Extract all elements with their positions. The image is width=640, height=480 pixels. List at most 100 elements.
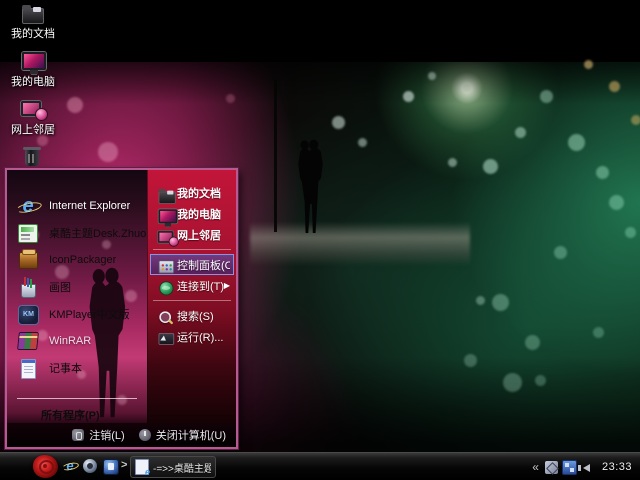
bokeh-light	[226, 94, 235, 103]
desktop: 我的文档 我的电脑 网上邻居	[0, 0, 640, 480]
bokeh-light	[428, 72, 436, 80]
menu-item-network-places[interactable]: 网上邻居	[150, 224, 234, 245]
bokeh-light	[403, 91, 414, 102]
connect-globe-icon	[157, 279, 171, 291]
bokeh-light	[358, 138, 367, 147]
menu-item-notepad[interactable]: 记事本	[7, 354, 147, 381]
menu-item-winrar[interactable]: WinRAR	[7, 327, 147, 354]
control-panel-icon	[157, 258, 171, 270]
desktop-icon-list: 我的文档 我的电脑 网上邻居	[2, 2, 64, 180]
all-programs-button[interactable]: 所有程序(P)	[7, 399, 147, 423]
menu-item-zhuoku-theme[interactable]: 桌酷主题Desk.Zhuoku.Com	[7, 219, 147, 246]
menu-item-iconpackager[interactable]: IconPackager	[7, 246, 147, 273]
run-icon	[157, 330, 171, 342]
network-places-icon	[20, 98, 46, 122]
start-menu-program-list: e Internet Explorer 桌酷主题Desk.Zhuoku.Com …	[7, 170, 147, 381]
menu-item-internet-explorer[interactable]: e Internet Explorer	[7, 192, 147, 219]
start-menu-left-panel: e Internet Explorer 桌酷主题Desk.Zhuoku.Com …	[7, 170, 147, 423]
taskbar: e > -=>>桌酷主题 - Mic... « 23:33	[0, 452, 640, 480]
menu-item-my-documents[interactable]: 我的文档	[150, 182, 234, 203]
bokeh-light	[609, 81, 620, 92]
bokeh-light	[540, 90, 553, 103]
taskbar-clock: 23:33	[602, 461, 632, 473]
bokeh-light	[609, 195, 624, 210]
internet-explorer-icon: e	[62, 458, 78, 473]
bokeh-light	[525, 335, 540, 350]
desktop-icon-my-documents[interactable]: 我的文档	[2, 2, 64, 40]
bokeh-light	[593, 327, 604, 338]
turn-off-computer-button[interactable]: 关闭计算机(U)	[139, 427, 226, 443]
bokeh-light	[503, 373, 522, 392]
documents-folder-icon	[157, 186, 171, 198]
search-magnifier-icon	[157, 309, 171, 321]
start-menu-right-panel: 我的文档 我的电脑 网上邻居 控制面板(C) 连接到(T) ▶	[147, 170, 236, 423]
start-menu: e Internet Explorer 桌酷主题Desk.Zhuoku.Com …	[5, 168, 238, 449]
turn-off-label: 关闭计算机(U)	[156, 427, 226, 443]
desktop-icon-label: 我的电脑	[2, 76, 64, 88]
desktop-icon-recycle-bin[interactable]	[2, 146, 64, 170]
bokeh-light	[464, 354, 477, 367]
menu-item-control-panel[interactable]: 控制面板(C)	[150, 254, 234, 275]
menu-item-my-computer[interactable]: 我的电脑	[150, 203, 234, 224]
desktop-icon-label: 我的文档	[2, 28, 64, 40]
menu-item-kmplayer[interactable]: KM KMPlayer中文版	[7, 300, 147, 327]
start-button-rose-icon[interactable]	[33, 455, 58, 478]
quick-launch-browser[interactable]	[102, 458, 119, 475]
bokeh-light	[67, 97, 83, 113]
volume-icon[interactable]	[581, 461, 594, 474]
bokeh-light	[596, 166, 609, 179]
bokeh-light	[98, 142, 118, 162]
menu-item-search[interactable]: 搜索(S)	[150, 305, 234, 326]
input-method-icon[interactable]	[545, 461, 558, 474]
bokeh-light	[584, 60, 593, 69]
desktop-icon-label: 网上邻居	[2, 124, 64, 136]
menu-item-paint[interactable]: 画图	[7, 273, 147, 300]
menu-divider	[153, 249, 231, 250]
bokeh-light	[448, 158, 457, 167]
log-off-icon	[72, 429, 84, 441]
lamp-pole	[274, 80, 277, 232]
recycle-bin-icon	[20, 146, 46, 170]
task-button-label: -=>>桌酷主题 - Mic...	[153, 460, 211, 475]
desktop-icon-network-places[interactable]: 网上邻居	[2, 98, 64, 136]
paint-icon	[16, 276, 40, 298]
my-computer-monitor-icon	[20, 50, 46, 74]
quick-launch-internet-explorer[interactable]: e	[62, 458, 79, 475]
bokeh-light	[476, 296, 485, 305]
log-off-button[interactable]: 注销(L)	[72, 427, 124, 443]
tray-collapse-chevron[interactable]: «	[532, 460, 539, 474]
system-tray: « 23:33	[532, 453, 640, 480]
menu-item-connect-to[interactable]: 连接到(T) ▶	[150, 275, 234, 296]
ie-document-icon	[135, 459, 149, 475]
bokeh-light	[515, 127, 526, 138]
bokeh-light	[568, 134, 585, 151]
kissing-couple-silhouette	[291, 136, 331, 236]
bokeh-light	[554, 246, 567, 259]
winrar-icon	[16, 330, 40, 352]
bokeh-light	[483, 159, 498, 174]
my-documents-folder-icon	[20, 2, 46, 26]
iconpackager-icon	[16, 249, 40, 271]
browser-window-icon	[103, 459, 119, 475]
log-off-label: 注销(L)	[89, 427, 124, 443]
bokeh-light	[492, 294, 509, 311]
task-button-zhuoku-theme[interactable]: -=>>桌酷主题 - Mic...	[130, 456, 216, 478]
desktop-icon-my-computer[interactable]: 我的电脑	[2, 50, 64, 88]
computer-monitor-icon	[157, 207, 171, 219]
start-menu-bottom-bar: 注销(L) 关闭计算机(U)	[7, 423, 236, 447]
menu-item-run[interactable]: 运行(R)...	[150, 326, 234, 347]
network-tray-icon[interactable]	[562, 460, 577, 475]
kmplayer-icon: KM	[16, 303, 40, 325]
bokeh-light	[625, 227, 636, 238]
network-globe-icon	[157, 228, 171, 240]
bokeh-light	[631, 115, 640, 125]
quick-launch-media-player[interactable]	[82, 458, 99, 475]
menu-divider	[153, 300, 231, 301]
media-player-icon	[83, 459, 97, 473]
zhuoku-theme-app-icon	[16, 222, 40, 244]
power-icon	[139, 429, 151, 441]
bokeh-light	[535, 375, 546, 386]
bokeh-light	[332, 116, 345, 129]
internet-explorer-icon: e	[16, 195, 40, 217]
quick-launch-overflow-chevron[interactable]: >	[121, 459, 127, 471]
